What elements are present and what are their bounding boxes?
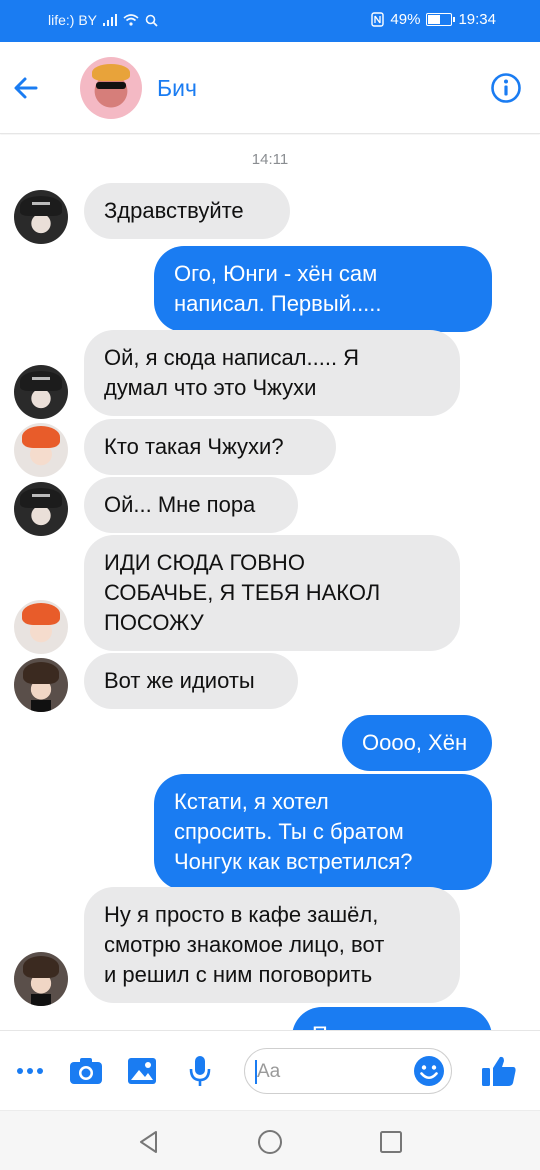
sender-avatar[interactable] [14, 365, 68, 419]
clock: 19:34 [458, 11, 496, 28]
outgoing-message[interactable]: Кстати, я хотел спросить. Ты с братом Чо… [154, 774, 492, 890]
like-icon[interactable] [478, 1051, 520, 1091]
status-bar: life:) BY 49% 19:34 [0, 0, 540, 42]
nav-recents-icon[interactable] [378, 1129, 404, 1155]
incoming-message[interactable]: Вот же идиоты [84, 653, 298, 709]
carrier-label: life:) BY [48, 12, 98, 28]
sender-avatar[interactable] [14, 658, 68, 712]
sender-avatar[interactable] [14, 600, 68, 654]
back-arrow-icon[interactable] [10, 68, 50, 108]
battery-icon [426, 13, 456, 26]
emoji-icon[interactable] [413, 1055, 445, 1087]
wifi-icon [123, 14, 139, 26]
battery-percent: 49% [390, 11, 421, 28]
nav-home-icon[interactable] [257, 1129, 283, 1155]
sender-avatar[interactable] [14, 952, 68, 1006]
message-timestamp: 14:11 [251, 151, 289, 168]
status-left: life:) BY [48, 12, 158, 28]
nfc-icon [371, 12, 385, 27]
signal-icon [103, 14, 118, 26]
contact-avatar[interactable] [80, 57, 142, 119]
outgoing-message[interactable]: Ого, Юнги - хён сам написал. Первый..... [154, 246, 492, 332]
info-icon[interactable] [490, 72, 522, 104]
outgoing-message[interactable]: Оооо, Хён [342, 715, 492, 771]
image-icon[interactable] [122, 1051, 162, 1091]
incoming-message[interactable]: Ой... Мне пора [84, 477, 298, 533]
outgoing-message[interactable]: П [292, 1007, 492, 1030]
incoming-message[interactable]: Ой, я сюда написал..... Я думал что это … [84, 330, 460, 416]
nav-back-icon[interactable] [136, 1129, 162, 1155]
message-thread[interactable]: 14:11 Здравствуйте Ого, Юнги - хён сам н… [0, 135, 540, 1030]
system-nav-bar [0, 1110, 540, 1170]
more-icon[interactable] [10, 1051, 50, 1091]
incoming-message[interactable]: Здравствуйте [84, 183, 290, 239]
incoming-message[interactable]: Ну я просто в кафе зашёл, смотрю знакомо… [84, 887, 460, 1003]
search-status-icon [145, 14, 158, 27]
sender-avatar[interactable] [14, 423, 68, 477]
contact-name[interactable]: Бич [157, 75, 197, 102]
sender-avatar[interactable] [14, 482, 68, 536]
microphone-icon[interactable] [180, 1051, 220, 1091]
incoming-message[interactable]: ИДИ СЮДА ГОВНО СОБАЧЬЕ, Я ТЕБЯ НАКОЛ ПОС… [84, 535, 460, 651]
message-input[interactable] [257, 1059, 407, 1085]
chat-header: Бич [0, 42, 540, 134]
message-composer [0, 1030, 540, 1110]
status-right: 49% 19:34 [371, 11, 496, 28]
message-input-field[interactable] [244, 1048, 452, 1094]
sender-avatar[interactable] [14, 190, 68, 244]
incoming-message[interactable]: Кто такая Чжухи? [84, 419, 336, 475]
camera-icon[interactable] [66, 1051, 106, 1091]
